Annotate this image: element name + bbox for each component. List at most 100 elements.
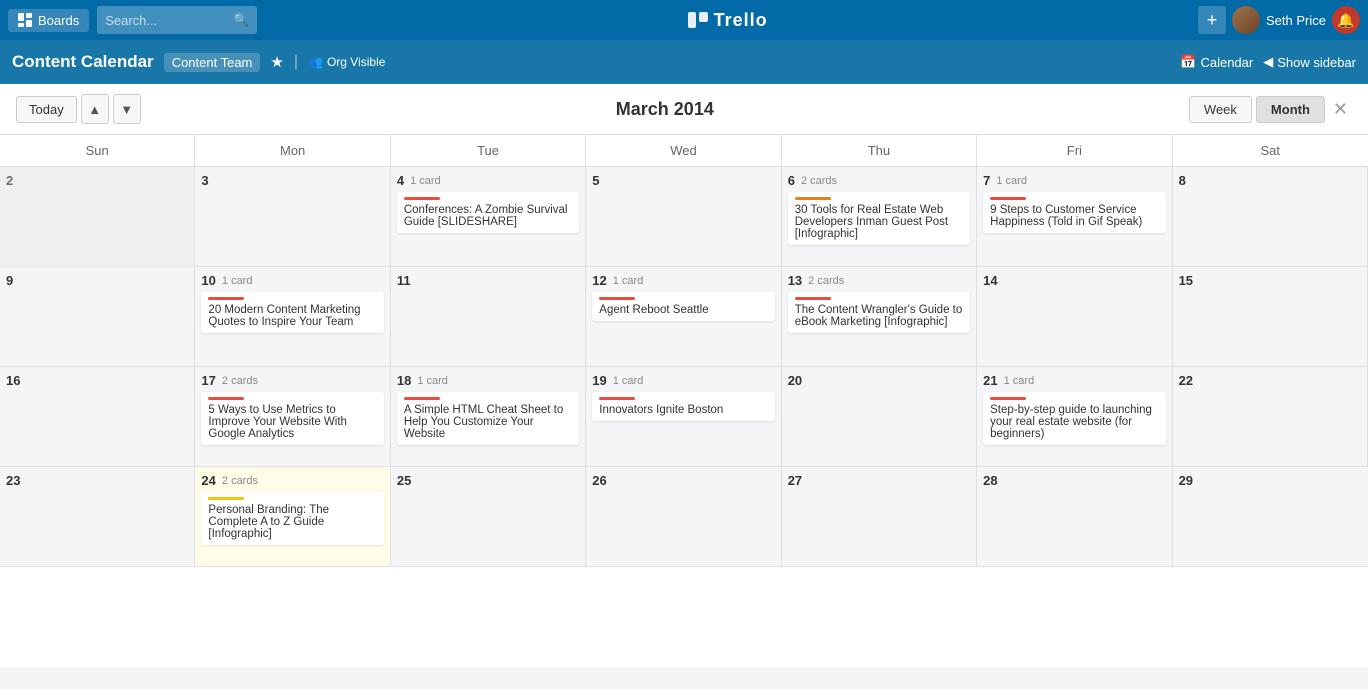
card-count: 2 cards [222,375,258,387]
calendar-cell-24[interactable]: 242 cardsPersonal Branding: The Complete… [195,467,390,567]
card-title: 5 Ways to Use Metrics to Improve Your We… [208,404,347,440]
logo: Trello [265,10,1190,31]
calendar-cell-6[interactable]: 62 cards30 Tools for Real Estate Web Dev… [782,167,977,267]
calendar-cell-11[interactable]: 11 [391,267,586,367]
calendar-card[interactable]: 20 Modern Content Marketing Quotes to In… [201,292,383,333]
calendar-card[interactable]: Step-by-step guide to launching your rea… [983,392,1165,445]
calendar-cell-20[interactable]: 20 [782,367,977,467]
username[interactable]: Seth Price [1266,13,1326,28]
calendar-grid: 23 41 card Conferences: A Zombie Survival … [0,167,1368,667]
cell-date: 26 [592,473,606,488]
next-button[interactable]: ▼ [113,94,141,124]
calendar-cell-25[interactable]: 25 [391,467,586,567]
calendar-cell-26[interactable]: 26 [586,467,781,567]
day-name-wed: Wed [586,135,781,166]
calendar-cell-3[interactable]: 3 [195,167,390,267]
card-title: A Simple HTML Cheat Sheet to Help You Cu… [404,404,563,440]
cell-date: 6 [788,173,795,188]
cell-date: 29 [1179,473,1193,488]
cell-date: 16 [6,373,20,388]
calendar-cell-21[interactable]: 211 cardStep-by-step guide to launching … [977,367,1172,467]
calendar-card[interactable]: A Simple HTML Cheat Sheet to Help You Cu… [397,392,579,445]
search-icon: 🔍 [233,12,249,28]
card-color-bar [208,397,244,400]
notification-button[interactable]: 🔔 [1332,6,1360,34]
boards-label: Boards [38,13,79,28]
calendar-cell-27[interactable]: 27 [782,467,977,567]
calendar-cell-10[interactable]: 101 card 20 Modern Content Marketing Quot… [195,267,390,367]
calendar-cell-9[interactable]: 9 [0,267,195,367]
star-icon[interactable]: ★ [270,53,283,71]
calendar-cell-13[interactable]: 132 cardsThe Content Wrangler's Guide to… [782,267,977,367]
boards-button[interactable]: Boards [8,9,89,32]
cell-header: 71 card [983,173,1165,188]
calendar-cell-23[interactable]: 23 [0,467,195,567]
calendar-card[interactable]: 5 Ways to Use Metrics to Improve Your We… [201,392,383,445]
cell-header: 101 card [201,273,383,288]
cell-header: 5 [592,173,774,188]
calendar-cell-12[interactable]: 121 cardAgent Reboot Seattle [586,267,781,367]
show-sidebar-button[interactable]: ◀ Show sidebar [1263,54,1356,70]
day-name-fri: Fri [977,135,1172,166]
calendar-cell-5[interactable]: 5 [586,167,781,267]
add-button[interactable]: + [1198,6,1226,34]
calendar-cell-29[interactable]: 29 [1173,467,1368,567]
cell-header: 181 card [397,373,579,388]
board-title: Content Calendar [12,52,154,72]
board-header: Content Calendar Content Team ★ | 👥 Org … [0,40,1368,84]
calendar-cell-14[interactable]: 14 [977,267,1172,367]
cell-header: 25 [397,473,579,488]
cell-header: 15 [1179,273,1361,288]
calendar-card[interactable]: Innovators Ignite Boston [592,392,774,421]
cell-date: 20 [788,373,802,388]
cell-header: 41 card [397,173,579,188]
calendar-card[interactable]: Conferences: A Zombie Survival Guide [SL… [397,192,579,233]
calendar-card[interactable]: 9 Steps to Customer Service Happiness (T… [983,192,1165,233]
cell-header: 2 [6,173,188,188]
week-view-button[interactable]: Week [1189,96,1252,123]
calendar-cell-16[interactable]: 16 [0,367,195,467]
cell-header: 191 card [592,373,774,388]
cell-date: 28 [983,473,997,488]
avatar[interactable] [1232,6,1260,34]
calendar-cell-22[interactable]: 22 [1173,367,1368,467]
calendar-link[interactable]: 📅 Calendar [1180,54,1253,70]
calendar-card[interactable]: The Content Wrangler's Guide to eBook Ma… [788,292,970,333]
nav-right: + Seth Price 🔔 [1198,6,1360,34]
day-name-sat: Sat [1173,135,1368,166]
cell-date: 9 [6,273,13,288]
calendar-cell-4[interactable]: 41 card Conferences: A Zombie Survival Gu… [391,167,586,267]
cell-header: 20 [788,373,970,388]
close-calendar-button[interactable]: ✕ [1329,99,1352,120]
day-name-mon: Mon [195,135,390,166]
cell-date: 12 [592,273,606,288]
calendar-card[interactable]: Personal Branding: The Complete A to Z G… [201,492,383,545]
cell-date: 7 [983,173,990,188]
board-header-right: 📅 Calendar ◀ Show sidebar [1180,54,1356,70]
month-view-button[interactable]: Month [1256,96,1325,123]
board-team[interactable]: Content Team [164,53,261,72]
card-title: Conferences: A Zombie Survival Guide [SL… [404,204,568,228]
board-org: 👥 Org Visible [308,55,385,69]
calendar-card[interactable]: 30 Tools for Real Estate Web Developers … [788,192,970,245]
calendar-cell-18[interactable]: 181 card A Simple HTML Cheat Sheet to Hel… [391,367,586,467]
calendar-cell-28[interactable]: 28 [977,467,1172,567]
logo-icon [688,12,708,28]
cell-date: 21 [983,373,997,388]
header-divider: | [294,53,298,71]
calendar-cell-15[interactable]: 15 [1173,267,1368,367]
cell-date: 18 [397,373,411,388]
cell-date: 13 [788,273,802,288]
cell-header: 14 [983,273,1165,288]
org-label: Org Visible [327,55,385,69]
card-count: 1 card [613,375,644,387]
prev-button[interactable]: ▲ [81,94,109,124]
calendar-cell-19[interactable]: 191 card Innovators Ignite Boston [586,367,781,467]
calendar-cell-7[interactable]: 71 card 9 Steps to Customer Service Happi… [977,167,1172,267]
cell-date: 3 [201,173,208,188]
calendar-cell-8[interactable]: 8 [1173,167,1368,267]
calendar-card[interactable]: Agent Reboot Seattle [592,292,774,321]
calendar-cell-17[interactable]: 172 cards5 Ways to Use Metrics to Improv… [195,367,390,467]
calendar-cell-2[interactable]: 2 [0,167,195,267]
today-button[interactable]: Today [16,96,77,123]
